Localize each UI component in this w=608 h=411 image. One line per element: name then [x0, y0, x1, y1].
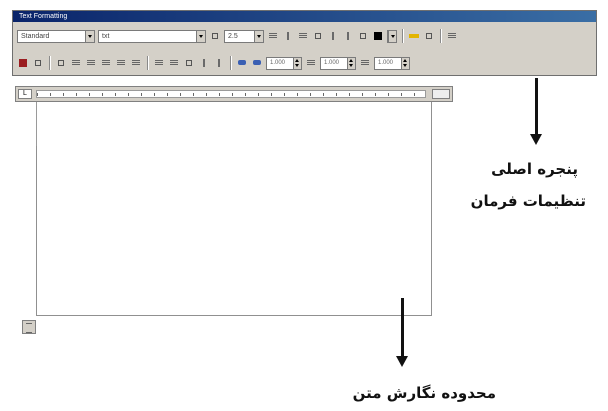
style-select[interactable]: Standard: [17, 29, 95, 43]
editor-caption: محدوده نگارش متن: [352, 384, 496, 402]
width-factor-spinner[interactable]: 1.000: [374, 56, 410, 70]
indent-marker: [36, 102, 43, 146]
font-select-value: txt: [102, 32, 110, 40]
style-select-value: Standard: [21, 32, 50, 40]
insert-symbol-icon[interactable]: [183, 57, 195, 69]
text-ruler[interactable]: L: [15, 86, 453, 102]
numbering-icon[interactable]: [168, 57, 180, 69]
distribute-icon[interactable]: [130, 57, 142, 69]
toolbar-divider: [402, 29, 403, 43]
tracking-icon[interactable]: [251, 57, 263, 69]
spinner-arrows-icon[interactable]: [401, 57, 409, 69]
overline-icon[interactable]: [312, 30, 324, 42]
bold-icon[interactable]: [267, 30, 279, 42]
line-spacing-icon[interactable]: [153, 57, 165, 69]
toolbar-pointer-arrowhead: [530, 134, 542, 145]
options-icon[interactable]: [446, 30, 458, 42]
align-right-icon[interactable]: [100, 57, 112, 69]
tracking-value: 1.000: [324, 59, 340, 66]
oblique-angle-value: 1.000: [270, 59, 286, 66]
stack-icon[interactable]: [357, 30, 369, 42]
toolbar-row-1: Standard txt 2.5: [17, 26, 458, 46]
text-height-icon[interactable]: [209, 30, 221, 42]
lowercase-icon[interactable]: [213, 57, 225, 69]
toolbar-caption-line-2: تنظیمات فرمان: [470, 192, 586, 210]
toolbar-divider: [147, 56, 148, 70]
tracking-factor-icon[interactable]: [305, 57, 317, 69]
font-select[interactable]: txt: [98, 29, 206, 43]
toolbar-caption-line-1: پنجره اصلی: [491, 160, 578, 178]
tracking-spinner[interactable]: 1.000: [320, 56, 356, 70]
chevron-down-icon[interactable]: [388, 30, 396, 42]
underline-icon[interactable]: [297, 30, 309, 42]
text-color-select[interactable]: [387, 29, 397, 43]
toolbar-row-2: 1.000 1.000 1.000: [17, 53, 410, 73]
ruler-resize-handle[interactable]: [432, 89, 450, 99]
italic-icon[interactable]: [282, 30, 294, 42]
uppercase-icon[interactable]: [198, 57, 210, 69]
chevron-down-icon[interactable]: [85, 30, 94, 42]
undo-icon[interactable]: [327, 30, 339, 42]
toolbar-divider: [49, 56, 50, 70]
text-formatting-toolbar: Text Formatting Standard txt 2.5 1.000 1…: [12, 10, 597, 76]
ok-icon[interactable]: [423, 30, 435, 42]
chevron-down-icon[interactable]: [254, 30, 263, 42]
ruler-ticks[interactable]: [36, 90, 426, 98]
align-justify-icon[interactable]: [115, 57, 127, 69]
toolbar-divider: [230, 56, 231, 70]
text-height-select[interactable]: 2.5: [224, 29, 264, 43]
toolbar-divider: [440, 29, 441, 43]
editor-pointer-arrow: [401, 298, 404, 358]
toolbar-pointer-arrow: [535, 78, 538, 136]
text-editing-area[interactable]: [36, 102, 432, 316]
oblique-angle-icon[interactable]: [236, 57, 248, 69]
text-height-value: 2.5: [228, 32, 238, 40]
mtext-justify-icon[interactable]: [55, 57, 67, 69]
chevron-down-icon[interactable]: [196, 30, 205, 42]
spinner-arrows-icon[interactable]: [293, 57, 301, 69]
oblique-angle-spinner[interactable]: 1.000: [266, 56, 302, 70]
align-center-icon[interactable]: [85, 57, 97, 69]
height-resize-handle[interactable]: [22, 320, 36, 334]
width-factor-value: 1.000: [378, 59, 394, 66]
editor-pointer-arrowhead: [396, 356, 408, 367]
columns-icon[interactable]: [32, 57, 44, 69]
toolbar-title: Text Formatting: [13, 11, 596, 22]
align-left-icon[interactable]: [70, 57, 82, 69]
ruler-toggle-icon[interactable]: [408, 30, 420, 42]
text-color-icon[interactable]: [372, 30, 384, 42]
width-factor-icon[interactable]: [359, 57, 371, 69]
spinner-arrows-icon[interactable]: [347, 57, 355, 69]
redo-icon[interactable]: [342, 30, 354, 42]
tab-type-corner[interactable]: L: [18, 89, 32, 99]
insert-field-icon[interactable]: [17, 57, 29, 69]
